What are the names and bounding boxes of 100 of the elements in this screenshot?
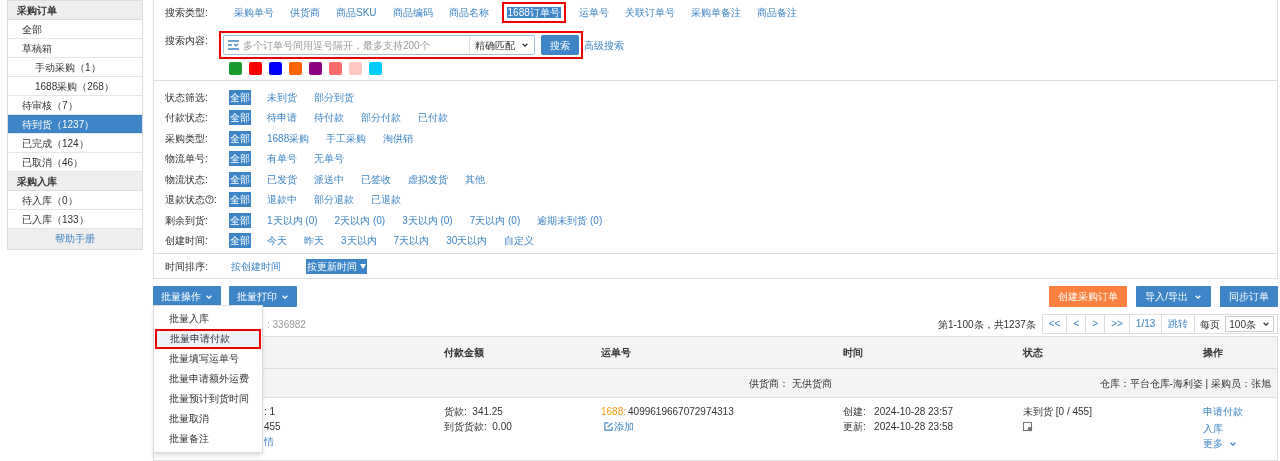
search-type-option[interactable]: 关联订单号 [621, 4, 678, 20]
search-input[interactable]: 多个订单号间用逗号隔开，最多支持200个 [243, 37, 469, 53]
filter-option[interactable]: 已发货 [266, 171, 298, 187]
filter-option[interactable]: 今天 [266, 233, 288, 249]
color-tag[interactable] [309, 62, 322, 75]
pagination-button[interactable]: < [1067, 315, 1087, 333]
search-type-label: 搜索类型: [165, 5, 209, 20]
filter-option[interactable]: 退款中 [266, 192, 298, 208]
menu-item[interactable]: 批量取消 [154, 409, 262, 429]
pagination-button[interactable]: 跳转 [1162, 315, 1196, 333]
time-text: 更新: 2024-10-28 23:58 [843, 420, 955, 434]
filter-option[interactable]: 部分退款 [313, 192, 355, 208]
search-type-option[interactable]: 供货商 [287, 4, 323, 20]
toolbar-button[interactable]: 创建采购订单 [1049, 286, 1128, 307]
help-link[interactable]: 帮助手册 [8, 229, 142, 249]
filter-option[interactable]: 部分到货 [313, 89, 355, 105]
search-type-option[interactable]: 1688订单号 [501, 1, 566, 23]
add-waybill-link[interactable]: 添加 [604, 419, 831, 434]
search-button[interactable]: 搜索 [541, 35, 579, 55]
sidebar-item[interactable]: 全部 [8, 20, 142, 39]
filter-option[interactable]: 全部 [229, 233, 251, 249]
filter-option[interactable]: 30天以内 [445, 233, 489, 249]
menu-item[interactable]: 批量预计到货时间 [154, 389, 262, 409]
filter-option[interactable]: 无单号 [313, 151, 345, 167]
color-tag[interactable] [289, 62, 302, 75]
amount-text: 到货货款: 0.00 [444, 420, 513, 434]
filter-option[interactable]: 全部 [229, 110, 251, 126]
toolbar-button[interactable]: 导入/导出 [1136, 286, 1211, 307]
menu-item[interactable]: 批量申请付款 [155, 329, 261, 349]
search-type-option[interactable]: 运单号 [575, 4, 612, 20]
order-count-text: : 336982 [267, 317, 306, 332]
menu-item[interactable]: 批量申请额外运费 [154, 369, 262, 389]
filter-option[interactable]: 淘供销 [382, 130, 415, 146]
filter-option[interactable]: 7天以内 [392, 233, 431, 249]
pagination-button[interactable]: 1/13 [1129, 315, 1163, 333]
filter-option[interactable]: 全部 [229, 130, 251, 146]
filter-option[interactable]: 未到货 [266, 89, 298, 105]
color-tag[interactable] [369, 62, 382, 75]
filter-option[interactable]: 已签收 [360, 171, 392, 187]
color-tag[interactable] [249, 62, 262, 75]
pagination-button[interactable]: >> [1105, 315, 1130, 333]
filter-option[interactable]: 待付款 [313, 110, 345, 126]
filter-option[interactable]: 虚拟发货 [407, 171, 449, 187]
filter-option[interactable]: 1688采购 [266, 130, 311, 146]
color-tag[interactable] [269, 62, 282, 75]
filter-option[interactable]: 全部 [229, 192, 251, 208]
search-type-option[interactable]: 商品SKU [333, 4, 380, 20]
toolbar-button[interactable]: 同步订单 [1220, 286, 1278, 307]
filter-option[interactable]: 逾期未到货 (0) [536, 212, 604, 228]
color-tag[interactable] [229, 62, 242, 75]
pagination-button[interactable]: > [1086, 315, 1106, 333]
filter-option[interactable]: 待申请 [266, 110, 298, 126]
sidebar-item[interactable]: 待入库（0） [8, 191, 142, 210]
batch-button[interactable]: 批量打印 [229, 286, 297, 307]
filter-option[interactable]: 部分付款 [360, 110, 402, 126]
search-type-option[interactable]: 采购单备注 [687, 4, 744, 20]
filter-option[interactable]: 全部 [229, 212, 251, 228]
search-type-option[interactable]: 商品备注 [753, 4, 800, 20]
batch-button[interactable]: 批量操作 [153, 286, 221, 307]
filter-option[interactable]: 全部 [229, 171, 251, 187]
filter-option[interactable]: 全部 [229, 151, 251, 167]
menu-item[interactable]: 批量填写运单号 [154, 349, 262, 369]
filter-option[interactable]: 手工采购 [325, 130, 368, 146]
sidebar-item[interactable]: 草稿箱 [8, 39, 142, 58]
filter-option[interactable]: 派送中 [313, 171, 345, 187]
filter-option[interactable]: 3天以内 [340, 233, 378, 249]
menu-item[interactable]: 批量备注 [154, 429, 262, 449]
menu-item[interactable]: 批量入库 [154, 309, 262, 329]
advanced-search-link[interactable]: 高级搜索 [584, 37, 624, 53]
color-tag[interactable] [349, 62, 362, 75]
filter-option[interactable]: 已退款 [370, 192, 402, 208]
filter-option[interactable]: 全部 [229, 89, 251, 105]
pagination-button[interactable]: << [1042, 315, 1068, 333]
filter-option[interactable]: 自定义 [503, 233, 536, 249]
action-link[interactable]: 申请付款 [1203, 404, 1277, 419]
filter-option[interactable]: 已付款 [417, 110, 449, 126]
sort-option[interactable]: 按更新时间 [306, 258, 367, 274]
match-select[interactable]: 精确匹配 [469, 36, 534, 54]
sidebar-item[interactable]: 已完成（124） [8, 134, 142, 153]
filter-option[interactable]: 7天以内 (0) [468, 212, 522, 228]
sidebar-item[interactable]: 1688采购（268） [8, 77, 142, 96]
filter-option[interactable]: 1天以内 (0) [266, 212, 319, 228]
per-page-select[interactable]: 100条 [1225, 316, 1274, 332]
color-tag[interactable] [329, 62, 342, 75]
action-link[interactable]: 入库 [1203, 421, 1277, 436]
action-link[interactable]: 更多 [1203, 436, 1277, 451]
filter-option[interactable]: 有单号 [266, 151, 298, 167]
sort-option[interactable]: 按创建时间 [230, 258, 282, 274]
search-type-option[interactable]: 商品编码 [389, 4, 436, 20]
filter-option[interactable]: 昨天 [303, 233, 325, 249]
search-type-option[interactable]: 采购单号 [231, 4, 277, 20]
search-type-option[interactable]: 商品名称 [445, 4, 492, 20]
sidebar-item[interactable]: 手动采购（1） [8, 58, 142, 77]
details-link[interactable]: 情 [264, 434, 444, 449]
edit-icon [604, 422, 613, 431]
sidebar-item[interactable]: 待到货（1237） [8, 115, 142, 134]
filter-option[interactable]: 其他 [464, 171, 486, 187]
filter-option[interactable]: 2天以内 (0) [333, 212, 387, 228]
filter-option[interactable]: 3天以内 (0) [401, 212, 454, 228]
search-field[interactable]: 多个订单号间用逗号隔开，最多支持200个 精确匹配 [223, 35, 535, 55]
